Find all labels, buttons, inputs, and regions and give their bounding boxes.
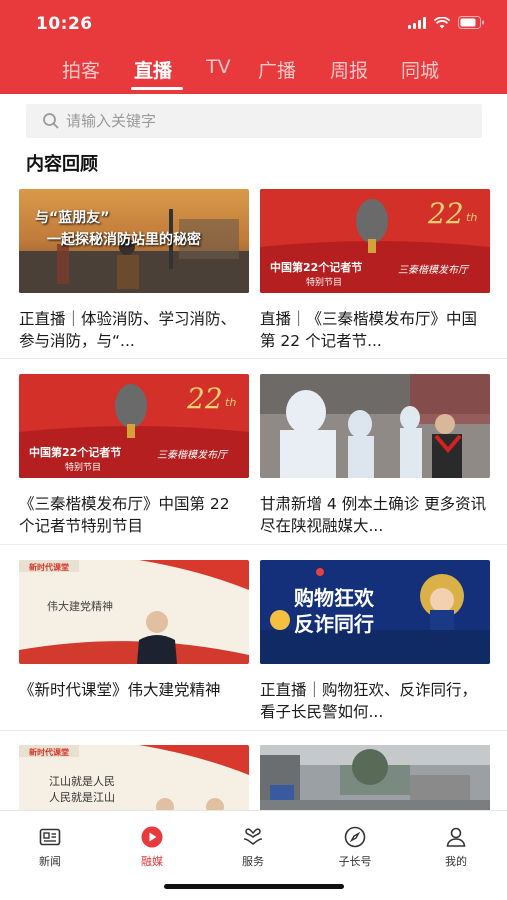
thumbnail-script: 三秦楷模发布厅 [157, 450, 227, 461]
video-thumbnail-journalist-day[interactable]: 22 th 中国第22个记者节 三秦楷模发布厅 特别节目 [19, 374, 249, 478]
tab-weekly[interactable]: 周报 [330, 56, 368, 83]
status-time: 10:26 [36, 14, 93, 34]
video-thumbnail-journalist-day[interactable]: 22 th 中国第22个记者节 三秦楷模发布厅 特别节目 [260, 189, 490, 293]
section-title: 内容回顾 [26, 154, 98, 175]
video-thumbnail-testing[interactable] [260, 374, 490, 478]
divider [0, 730, 507, 731]
video-thumbnail-classroom[interactable]: 新时代课堂 伟大建党精神 [19, 560, 249, 664]
status-bar: 10:26 [0, 0, 507, 48]
thumbnail-caption: 购物狂欢 [294, 586, 374, 610]
battery-icon [458, 16, 485, 29]
nav-item-news[interactable]: 新闻 [20, 825, 80, 869]
card-title[interactable]: 正直播｜购物狂欢、反诈同行，看子长民警如何... [260, 679, 490, 723]
active-tab-indicator [131, 87, 183, 90]
newspaper-icon [39, 828, 61, 846]
search-bar[interactable] [26, 104, 482, 138]
thumbnail-logo: 新时代课堂 [29, 563, 69, 572]
tab-local[interactable]: 同城 [401, 56, 439, 83]
thumbnail-caption: 中国第22个记者节 [29, 446, 122, 459]
street-scene-image [260, 745, 490, 810]
thumbnail-superscript: th [225, 396, 237, 409]
content-card[interactable]: 甘肃新增 4 例本土确诊 更多资讯尽在陕视融媒大... [260, 374, 490, 535]
signal-icon [408, 16, 426, 29]
content-card[interactable]: 新时代课堂 伟大建党精神 《新时代课堂》伟大建党精神 [19, 560, 249, 699]
thumbnail-script: 三秦楷模发布厅 [398, 265, 468, 276]
video-thumbnail-street[interactable] [260, 745, 490, 810]
home-indicator[interactable] [164, 884, 344, 889]
nav-label: 我的 [445, 855, 467, 868]
heart-hand-icon [243, 828, 263, 845]
card-title[interactable]: 《新时代课堂》伟大建党精神 [19, 679, 249, 723]
search-input[interactable] [66, 104, 466, 138]
video-thumbnail-anti-fraud[interactable]: 购物狂欢 反诈同行 [260, 560, 490, 664]
content-card[interactable]: 22 th 中国第22个记者节 三秦楷模发布厅 特别节目 《三秦楷模发布厅》中国… [19, 374, 249, 535]
content-card[interactable]: 与“蓝朋友” 一起探秘消防站里的秘密 正直播｜体验消防、学习消防、参与消防，与“… [19, 189, 249, 350]
play-circle-icon [141, 826, 163, 848]
thumbnail-caption: 反诈同行 [294, 612, 374, 636]
covid-testing-image [260, 374, 490, 478]
nav-item-zichang[interactable]: 子长号 [325, 825, 385, 869]
app-header: 10:26 拍客 直播 TV 广播 周报 同城 [0, 0, 507, 94]
thumbnail-caption: 一起探秘消防站里的秘密 [47, 232, 201, 248]
content-card[interactable] [260, 745, 490, 810]
card-title[interactable]: 甘肃新增 4 例本土确诊 更多资讯尽在陕视融媒大... [260, 493, 490, 537]
thumbnail-number: 22 [187, 382, 223, 415]
thumbnail-caption: 中国第22个记者节 [270, 261, 363, 274]
thumbnail-superscript: th [466, 211, 478, 224]
thumbnail-sub: 特别节目 [65, 463, 102, 473]
nav-label: 子长号 [338, 855, 372, 868]
nav-label: 服务 [242, 855, 264, 868]
user-icon [446, 827, 466, 847]
content-card[interactable]: 购物狂欢 反诈同行 正直播｜购物狂欢、反诈同行，看子长民警如何... [260, 560, 490, 721]
compass-icon [344, 826, 366, 848]
thumbnail-caption: 人民就是江山 [49, 791, 115, 804]
nav-label: 新闻 [39, 855, 61, 868]
content-card[interactable]: 22 th 中国第22个记者节 三秦楷模发布厅 特别节目 直播｜《三秦楷模发布厅… [260, 189, 490, 350]
video-thumbnail-classroom[interactable]: 新时代课堂 江山就是人民 人民就是江山 [19, 745, 249, 810]
tab-radio[interactable]: 广播 [258, 56, 296, 83]
tab-live[interactable]: 直播 [134, 56, 172, 83]
video-thumbnail-fire-station[interactable]: 与“蓝朋友” 一起探秘消防站里的秘密 [19, 189, 249, 293]
divider [0, 358, 507, 359]
content-card[interactable]: 新时代课堂 江山就是人民 人民就是江山 [19, 745, 249, 810]
nav-item-media[interactable]: 融媒 [122, 825, 182, 869]
thumbnail-number: 22 [428, 197, 464, 230]
wifi-icon [434, 16, 450, 29]
search-icon [43, 113, 59, 129]
thumbnail-caption: 江山就是人民 [49, 775, 115, 788]
tab-tv[interactable]: TV [206, 56, 231, 78]
channel-tabs: 拍客 直播 TV 广播 周报 同城 [0, 56, 507, 90]
status-icons [408, 16, 485, 29]
divider [0, 544, 507, 545]
nav-item-me[interactable]: 我的 [426, 825, 486, 869]
tab-paike[interactable]: 拍客 [62, 56, 100, 83]
thumbnail-logo: 新时代课堂 [29, 748, 69, 757]
card-title[interactable]: 直播｜《三秦楷模发布厅》中国第 22 个记者节... [260, 308, 490, 352]
card-title[interactable]: 《三秦楷模发布厅》中国第 22 个记者节特别节目 [19, 493, 249, 537]
thumbnail-caption: 与“蓝朋友” [35, 210, 110, 226]
thumbnail-sub: 特别节目 [306, 278, 343, 288]
nav-item-services[interactable]: 服务 [223, 825, 283, 869]
thumbnail-caption: 伟大建党精神 [47, 600, 113, 613]
nav-label: 融媒 [141, 855, 163, 868]
card-title[interactable]: 正直播｜体验消防、学习消防、参与消防，与“... [19, 308, 249, 352]
